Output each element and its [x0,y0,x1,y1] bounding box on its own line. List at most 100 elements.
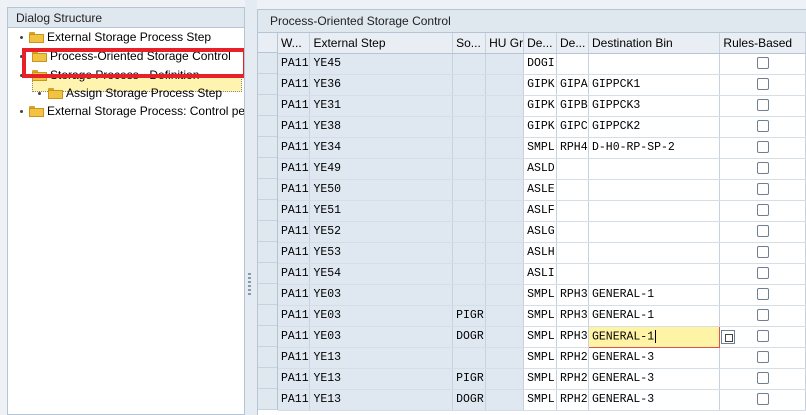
cell-dest-type[interactable]: SMPL [523,305,557,327]
cell-dest-type[interactable]: GIPK [523,116,557,138]
row-selector[interactable] [258,284,277,305]
cell-dest-section[interactable] [556,158,589,180]
cell-destination-bin[interactable]: GENERAL-3 [588,389,721,411]
table-row[interactable]: PA11 YE13 PIGR SMPL RPH2 GENERAL-3 [278,368,806,390]
rules-based-checkbox[interactable] [756,224,769,237]
table-row[interactable]: PA11 YE03 DOGR SMPL RPH3 GENERAL-1 [278,325,806,348]
table-row[interactable]: PA11 YE50 ASLE [278,179,806,201]
cell-destination-bin[interactable] [588,221,721,243]
row-selector[interactable] [258,242,277,263]
cell-dest-section[interactable] [556,242,589,264]
table-row[interactable]: PA11 YE51 ASLF [278,200,806,222]
row-selector[interactable] [258,221,277,242]
row-selector[interactable] [258,74,277,95]
rules-based-checkbox[interactable] [756,371,769,384]
cell-dest-type[interactable]: ASLI [523,263,557,285]
rules-based-checkbox[interactable] [756,119,769,132]
cell-dest-type[interactable]: ASLG [523,221,557,243]
cell-dest-type[interactable]: SMPL [523,347,557,369]
cell-dest-section[interactable] [556,221,589,243]
rules-based-checkbox[interactable] [756,98,769,111]
row-selector[interactable] [258,95,277,116]
cell-destination-bin[interactable]: GENERAL-1 [588,305,721,327]
rules-based-checkbox[interactable] [756,245,769,258]
rules-based-checkbox[interactable] [756,392,769,405]
cell-dest-section[interactable]: RPH2 [556,368,589,390]
cell-dest-section[interactable]: RPH3 [556,284,589,306]
col-header-dest-type[interactable]: De... [523,33,557,54]
cell-destination-bin[interactable] [588,242,721,264]
cell-dest-section[interactable]: RPH3 [556,305,589,327]
cell-dest-type[interactable]: ASLF [523,200,557,222]
cell-dest-type[interactable]: SMPL [523,284,557,306]
cell-destination-bin[interactable] [588,263,721,285]
cell-destination-bin[interactable]: GENERAL-1 [587,325,721,348]
table-row[interactable]: PA11 YE03 SMPL RPH3 GENERAL-1 [278,284,806,306]
row-selector[interactable] [258,200,277,221]
col-header-source[interactable]: So... [452,33,487,54]
row-selector[interactable] [258,347,277,368]
row-selector[interactable] [258,263,277,284]
cell-dest-section[interactable]: RPH2 [556,347,589,369]
table-row[interactable]: PA11 YE13 SMPL RPH2 GENERAL-3 [278,347,806,369]
table-row[interactable]: PA11 YE31 GIPK GIPB GIPPCK3 [278,95,806,117]
cell-dest-type[interactable]: ASLD [523,158,557,180]
cell-dest-type[interactable]: SMPL [523,137,557,159]
col-header-destination-bin[interactable]: Destination Bin [588,33,721,54]
table-row[interactable]: PA11 YE54 ASLI [278,263,806,285]
cell-destination-bin[interactable]: GIPPCK1 [588,74,721,96]
col-header-external-step[interactable]: External Step [309,33,454,54]
table-row[interactable]: PA11 YE52 ASLG [278,221,806,243]
row-selector[interactable] [258,368,277,389]
cell-dest-section[interactable] [556,53,589,75]
cell-destination-bin[interactable]: GENERAL-3 [588,347,721,369]
table-row[interactable]: PA11 YE53 ASLH [278,242,806,264]
cell-destination-bin[interactable]: GIPPCK2 [588,116,721,138]
cell-dest-section[interactable] [556,200,589,222]
rules-based-checkbox[interactable] [756,161,769,174]
cell-dest-type[interactable]: GIPK [523,95,557,117]
col-header-hu-group[interactable]: HU Gr [485,33,525,54]
cell-destination-bin[interactable] [588,53,721,75]
cell-destination-bin[interactable]: D-H0-RP-SP-2 [588,137,721,159]
rules-based-checkbox[interactable] [756,77,769,90]
table-row[interactable]: PA11 YE36 GIPK GIPA GIPPCK1 [278,74,806,96]
cell-destination-bin[interactable]: GENERAL-1 [588,284,721,306]
cell-dest-section[interactable]: GIPB [556,95,589,117]
cell-dest-type[interactable]: SMPL [523,368,557,390]
rules-based-checkbox[interactable] [756,308,769,321]
table-row[interactable]: PA11 YE38 GIPK GIPC GIPPCK2 [278,116,806,138]
value-help-button[interactable] [721,329,736,344]
pane-splitter[interactable] [245,0,257,415]
cell-dest-type[interactable]: SMPL [523,389,557,411]
table-row[interactable]: PA11 YE13 DOGR SMPL RPH2 GENERAL-3 [278,389,806,411]
col-header-dest-section[interactable]: De... [556,33,589,54]
cell-dest-section[interactable] [556,263,589,285]
col-header-warehouse[interactable]: W... [278,33,311,54]
table-row[interactable]: PA11 YE34 SMPL RPH4 D-H0-RP-SP-2 [278,137,806,159]
row-selector[interactable] [258,326,277,347]
row-selector[interactable] [258,389,277,410]
cell-destination-bin[interactable]: GENERAL-3 [588,368,721,390]
col-header-rules-based[interactable]: Rules-Based [719,33,806,54]
select-all-button[interactable] [258,33,277,53]
rules-based-checkbox[interactable] [756,203,769,216]
cell-dest-section[interactable]: GIPA [556,74,589,96]
cell-destination-bin[interactable] [588,179,721,201]
row-selector[interactable] [258,137,277,158]
cell-dest-section[interactable]: RPH3 [556,326,589,348]
table-row[interactable]: PA11 YE03 PIGR SMPL RPH3 GENERAL-1 [278,305,806,327]
row-selector[interactable] [258,305,277,326]
cell-dest-type[interactable]: SMPL [523,326,557,348]
rules-based-checkbox[interactable] [756,329,769,342]
cell-dest-section[interactable] [556,179,589,201]
cell-destination-bin[interactable] [588,200,721,222]
cell-destination-bin[interactable] [588,158,721,180]
rules-based-checkbox[interactable] [756,287,769,300]
cell-dest-type[interactable]: ASLH [523,242,557,264]
row-selector[interactable] [258,53,277,74]
rules-based-checkbox[interactable] [756,266,769,279]
table-row[interactable]: PA11 YE45 DOGI [278,53,806,75]
cell-dest-type[interactable]: ASLE [523,179,557,201]
rules-based-checkbox[interactable] [756,182,769,195]
